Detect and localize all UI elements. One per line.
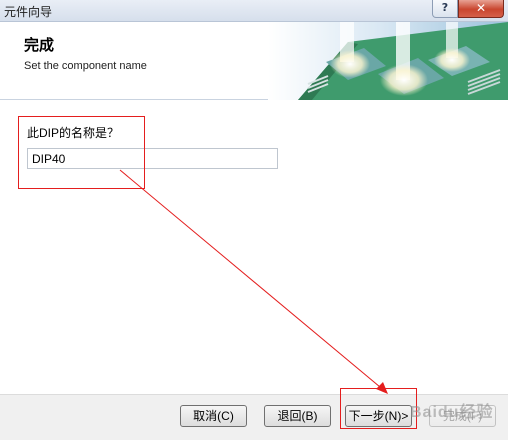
back-button[interactable]: 退回(B): [264, 405, 331, 427]
page-subtitle: Set the component name: [24, 60, 147, 72]
wizard-header: 完成 Set the component name: [0, 22, 508, 100]
help-button[interactable]: ?: [432, 0, 458, 18]
watermark-text: Baidu经验: [410, 404, 494, 421]
pcb-illustration: [268, 22, 508, 100]
annotation-box-name: [18, 116, 145, 189]
window-title: 元件向导: [4, 5, 53, 19]
cancel-button[interactable]: 取消(C): [180, 405, 247, 427]
close-button[interactable]: ✕: [458, 0, 504, 18]
page-title: 完成: [24, 37, 55, 54]
banner-image: [268, 22, 508, 100]
help-icon: ?: [441, 1, 449, 14]
title-bar: 元件向导 ? ✕: [0, 0, 508, 22]
annotation-box-next: [340, 388, 417, 429]
close-icon: ✕: [475, 1, 487, 15]
